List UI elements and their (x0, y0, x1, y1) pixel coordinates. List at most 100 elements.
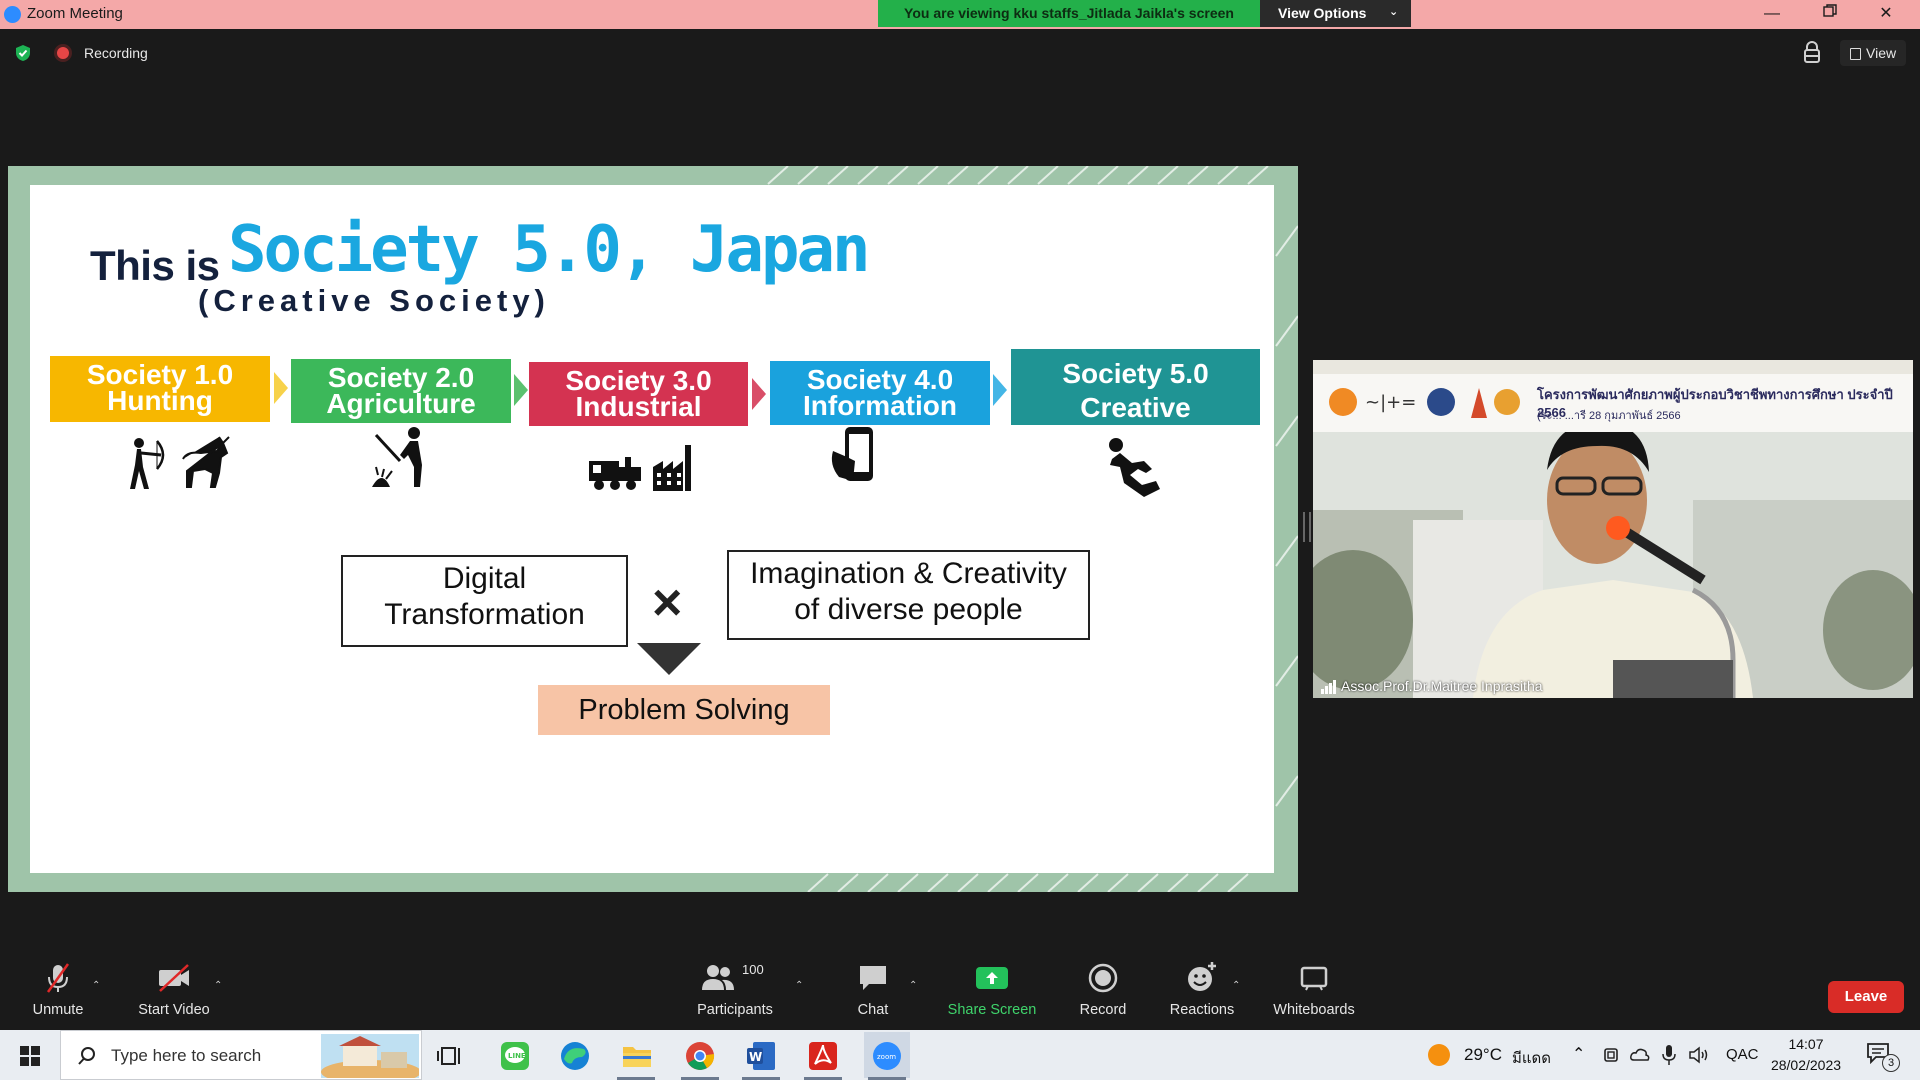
unmute-button[interactable]: Unmute (22, 960, 94, 1018)
reactions-button[interactable]: Reactions (1166, 960, 1238, 1018)
zoom-logo-icon (4, 6, 21, 23)
view-label: View (1866, 45, 1897, 61)
participant-name: Assoc.Prof.Dr.Maitree Inprasitha (1341, 678, 1543, 694)
chat-bubble-icon (860, 966, 886, 990)
stage-line2: Agriculture (326, 388, 476, 419)
whiteboards-label: Whiteboards (1273, 1002, 1355, 1018)
multiply-icon: × (652, 574, 683, 632)
title-bar: Zoom Meeting You are viewing kku staffs_… (0, 0, 1920, 29)
arrow-right-icon (274, 372, 288, 404)
stage-line2: Creative (1080, 392, 1191, 423)
box-line: of diverse people (794, 593, 1023, 626)
arrow-right-icon (514, 374, 528, 406)
whiteboard-icon (1300, 966, 1328, 991)
viewing-banner: You are viewing kku staffs_Jitlada Jaikl… (878, 0, 1260, 27)
stage-line2: Industrial (575, 391, 702, 422)
unmute-label: Unmute (32, 1002, 84, 1018)
chat-label: Chat (857, 1002, 889, 1018)
meeting-toolbar: Unmute ⌃ Start Video ⌃ 100 Participants … (0, 960, 1920, 1030)
view-button[interactable]: View (1840, 40, 1906, 66)
taskbar-search-box[interactable]: Type here to search (60, 1030, 422, 1080)
arrow-right-icon (752, 378, 766, 410)
chat-button[interactable]: Chat (843, 960, 903, 1018)
clock[interactable]: 14:07 28/02/2023 (1766, 1034, 1846, 1076)
stage-society-3: Society 3.0 Industrial (529, 362, 748, 426)
search-icon (78, 1047, 95, 1065)
svg-text:zoom: zoom (877, 1053, 896, 1061)
windows-start-icon[interactable] (20, 1046, 40, 1066)
line-app-icon[interactable]: LINE (498, 1039, 532, 1073)
file-explorer-icon[interactable] (620, 1039, 654, 1073)
participants-button[interactable]: 100 Participants (692, 960, 778, 1018)
minimize-button[interactable]: — (1752, 2, 1792, 26)
view-options-label: View Options (1278, 5, 1367, 21)
creative-person-icon (1109, 438, 1160, 497)
share-screen-icon (976, 967, 1008, 989)
slide-subtitle: (Creative Society) (198, 283, 550, 318)
video-camera-off-icon (159, 964, 189, 992)
participants-count: 100 (742, 962, 764, 977)
svg-text:W: W (749, 1050, 762, 1064)
audio-options-caret[interactable]: ⌃ (92, 980, 100, 991)
weather-description[interactable]: มีแดด (1512, 1046, 1551, 1070)
record-icon (1088, 963, 1118, 993)
presentation-slide: This is Society 5.0, Japan (Creative Soc… (30, 185, 1274, 873)
logo-strip: ~|+= (1329, 388, 1520, 418)
view-options-button[interactable]: View Options ⌄ (1260, 0, 1411, 27)
restore-button[interactable] (1810, 2, 1850, 26)
record-button[interactable]: Record (1076, 960, 1130, 1018)
video-options-caret[interactable]: ⌃ (214, 980, 222, 991)
edge-browser-icon[interactable] (558, 1039, 592, 1073)
participants-label: Participants (697, 1002, 773, 1018)
close-button[interactable]: ✕ (1866, 2, 1906, 26)
box-line: Imagination & Creativity (750, 557, 1067, 590)
signal-strength-icon (1321, 680, 1336, 694)
stage-line2: Information (803, 390, 957, 421)
restore-icon (1823, 4, 1837, 17)
whiteboards-button[interactable]: Whiteboards (1268, 960, 1360, 1018)
input-method-indicator[interactable]: QAC (1726, 1046, 1759, 1063)
train-factory-icon (589, 445, 691, 491)
chrome-browser-icon[interactable] (683, 1039, 717, 1073)
notification-center-button[interactable]: 3 (1866, 1042, 1902, 1072)
search-highlight-illustration (321, 1034, 419, 1078)
participants-options-caret[interactable]: ⌃ (795, 980, 803, 991)
reactions-smiley-icon (1188, 962, 1216, 991)
volume-icon[interactable] (1688, 1046, 1710, 1064)
video-banner-date: (ระ... ...ารี 28 กุมภาพันธ์ 2566 (1537, 410, 1681, 422)
zoom-app-icon[interactable]: zoom (870, 1039, 904, 1073)
clock-time: 14:07 (1788, 1036, 1824, 1052)
chevron-down-icon: ⌄ (1389, 6, 1399, 18)
lock-icon[interactable] (1802, 40, 1822, 64)
svg-text:LINE: LINE (508, 1052, 526, 1060)
farmer-icon (372, 427, 422, 487)
reactions-options-caret[interactable]: ⌃ (1232, 980, 1240, 991)
stage-line1: Society 5.0 (1062, 358, 1209, 389)
participant-video[interactable]: ~|+= โครงการพัฒนาศักยภาพผู้ประกอบวิชาชีพ… (1313, 360, 1913, 698)
tray-expand-icon[interactable]: ⌃ (1572, 1044, 1585, 1064)
share-screen-button[interactable]: Share Screen (944, 960, 1040, 1018)
smartphone-hand-icon (831, 427, 873, 481)
task-view-icon[interactable] (434, 1039, 468, 1073)
recording-label: Recording (84, 45, 148, 61)
svg-text:~|+=: ~|+= (1365, 392, 1416, 413)
onedrive-cloud-icon[interactable] (1630, 1046, 1650, 1062)
leave-button[interactable]: Leave (1828, 981, 1904, 1013)
weather-sun-icon[interactable] (1426, 1042, 1452, 1068)
microphone-tray-icon[interactable] (1662, 1044, 1676, 1066)
arrow-down-icon (637, 643, 701, 675)
security-shield-icon[interactable] (14, 44, 32, 62)
weather-temp[interactable]: 29°C (1464, 1045, 1502, 1065)
stage-society-4: Society 4.0 Information (770, 361, 990, 425)
meet-now-icon[interactable] (1602, 1046, 1620, 1064)
chat-options-caret[interactable]: ⌃ (909, 980, 917, 991)
search-placeholder: Type here to search (111, 1046, 262, 1065)
microphone-muted-icon (46, 963, 70, 993)
splitter-handle[interactable] (1303, 512, 1311, 542)
digital-transformation-box: Digital Transformation (341, 555, 628, 647)
start-video-button[interactable]: Start Video (132, 960, 216, 1018)
acrobat-app-icon[interactable] (806, 1039, 840, 1073)
box-line: Transformation (384, 598, 585, 631)
share-screen-label: Share Screen (947, 1002, 1037, 1018)
word-app-icon[interactable]: W (744, 1039, 778, 1073)
